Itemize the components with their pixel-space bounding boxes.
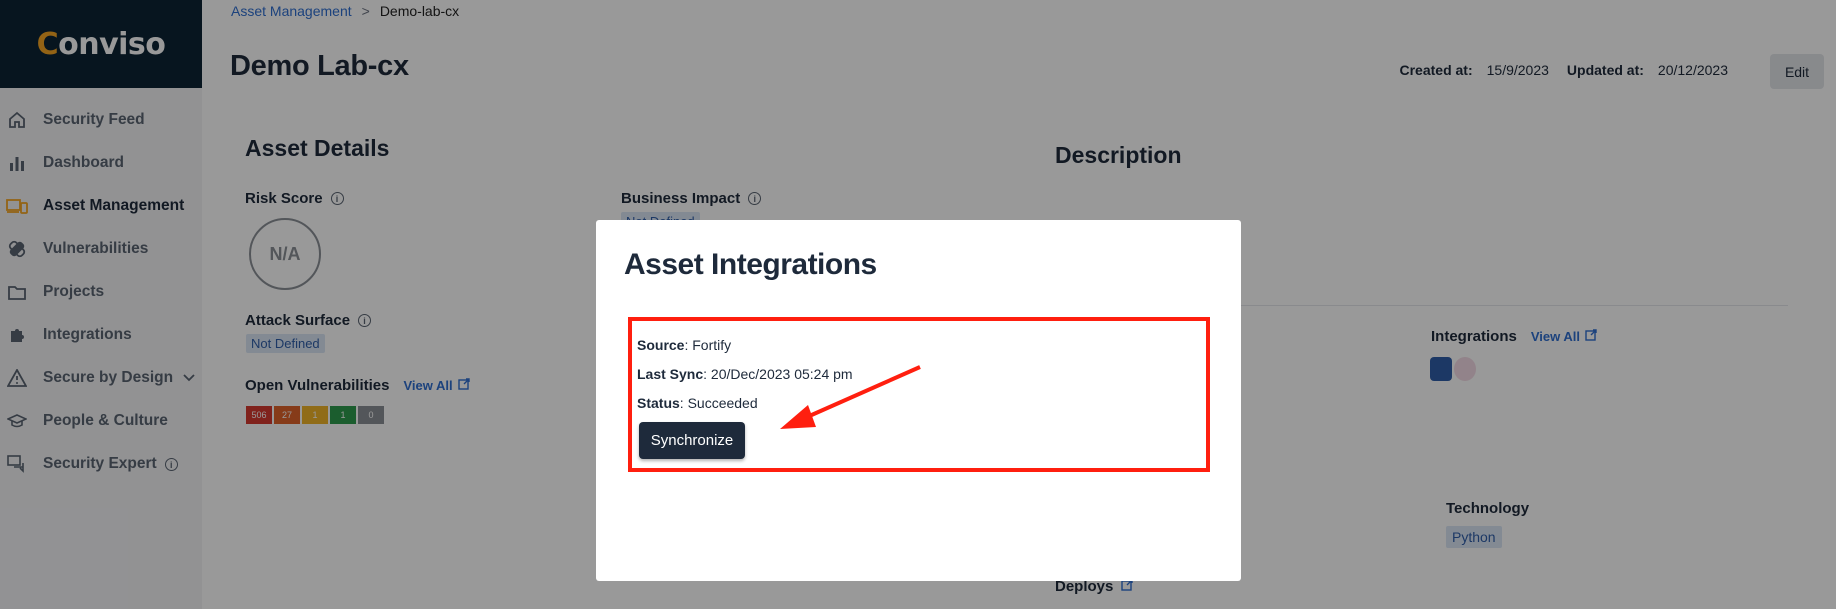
source-label: Source (637, 337, 685, 353)
status-value: : Succeeded (679, 395, 758, 411)
asset-integrations-modal: Asset Integrations Source: Fortify Last … (596, 220, 1241, 581)
modal-title: Asset Integrations (624, 248, 877, 281)
status-label: Status (637, 395, 680, 411)
last-sync-label: Last Sync (637, 366, 704, 382)
source-row: Source: Fortify (637, 337, 731, 353)
status-row: Status: Succeeded (637, 395, 758, 411)
source-value: : Fortify (684, 337, 732, 353)
synchronize-button[interactable]: Synchronize (639, 422, 745, 459)
annotation-arrow (780, 365, 921, 429)
